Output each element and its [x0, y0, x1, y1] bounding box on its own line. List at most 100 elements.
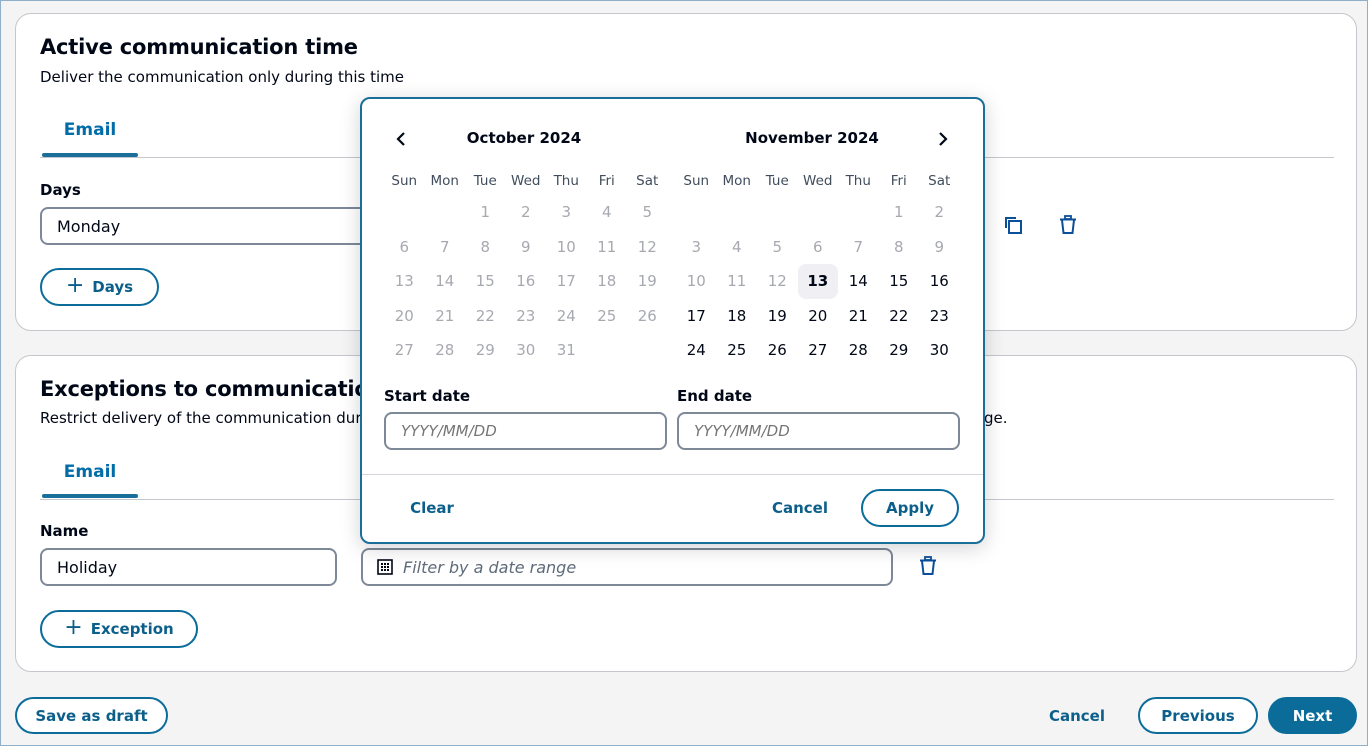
plus-icon: +	[64, 615, 83, 640]
calendar-day[interactable]: 29	[879, 333, 920, 368]
calendar-day: 26	[637, 306, 657, 325]
calendar-day: 17	[556, 272, 576, 290]
next-button[interactable]: Next	[1268, 697, 1357, 734]
calendar-empty-cell	[384, 195, 425, 230]
calendar-day[interactable]: 23	[919, 299, 960, 334]
add-exception-label: Exception	[90, 620, 174, 638]
exceptions-description-start: Restrict delivery of the communication d…	[40, 409, 362, 427]
calendar-week-row: 20 21 22 23 24 25 26	[384, 299, 668, 334]
end-date-input[interactable]	[677, 412, 960, 450]
calendar-week-row: 1 2 3 4 5	[384, 195, 668, 230]
calendar-day[interactable]: 19	[757, 299, 798, 334]
weekday-label: Sun	[683, 173, 710, 189]
calendar-day: 5	[772, 237, 783, 256]
previous-button[interactable]: Previous	[1138, 697, 1258, 734]
calendar-day[interactable]: 15	[879, 264, 920, 299]
calendar-day[interactable]: 28	[838, 333, 879, 368]
add-days-button[interactable]: + Days	[40, 268, 159, 306]
calendar-day[interactable]: 30	[919, 333, 960, 368]
days-value: Monday	[57, 216, 121, 236]
calendar-day: 11	[597, 237, 617, 256]
calendar-day[interactable]: 21	[838, 299, 879, 334]
tab-email-exceptions[interactable]: Email	[42, 462, 138, 482]
cancel-button[interactable]: Cancel	[1039, 697, 1115, 734]
exceptions-description-end: ge.	[984, 409, 1008, 427]
calendar-day-today[interactable]: 13	[797, 264, 838, 299]
calendar-empty-cell	[587, 333, 628, 368]
calendar-day: 4	[731, 237, 742, 256]
month-title-november: November 2024	[745, 129, 879, 147]
calendar-day: 2	[520, 203, 531, 221]
calendar-day: 25	[597, 306, 617, 325]
calendar-day[interactable]: 16	[919, 264, 960, 299]
calendar-day[interactable]: 20	[798, 299, 839, 334]
end-date-label: End date	[677, 387, 753, 405]
calendar-empty-cell	[627, 333, 668, 368]
save-as-draft-button[interactable]: Save as draft	[15, 697, 168, 734]
popover-cancel-button[interactable]: Cancel	[762, 489, 838, 527]
calendar-empty-cell	[425, 195, 466, 230]
calendar-day[interactable]: 18	[717, 299, 758, 334]
add-exception-button[interactable]: + Exception	[40, 610, 198, 648]
date-range-placeholder: Filter by a date range	[403, 557, 577, 577]
active-time-description: Deliver the communication only during th…	[40, 68, 404, 86]
weekday-header-row: Sun Mon Tue Wed Thu Fri Sat	[384, 169, 668, 193]
calendar-empty-cell	[798, 195, 839, 230]
start-date-input[interactable]	[384, 412, 667, 450]
tab-email[interactable]: Email	[42, 120, 138, 140]
calendar-week-row: 27 28 29 30 31	[384, 333, 668, 368]
calendar-day[interactable]: 17	[676, 299, 717, 334]
calendar-day: 9	[934, 237, 945, 256]
name-label: Name	[40, 522, 89, 540]
weekday-label: Thu	[845, 173, 871, 189]
calendar-week-row: 12	[676, 195, 960, 230]
calendar-day[interactable]: 27	[798, 333, 839, 368]
calendar-day: 24	[556, 306, 576, 325]
calendar-day: 31	[556, 341, 576, 359]
calendar-day[interactable]: 25	[717, 333, 758, 368]
calendar-day: 6	[399, 237, 410, 256]
clear-button[interactable]: Clear	[397, 489, 467, 527]
calendar-day: 7	[439, 237, 450, 256]
calendar-week-row: 10 11 12 13 14 15 16	[676, 264, 960, 299]
calendar-day: 20	[394, 306, 414, 325]
apply-button[interactable]: Apply	[861, 489, 959, 527]
next-month-button[interactable]	[931, 127, 955, 151]
trash-icon	[920, 556, 936, 575]
date-range-input[interactable]: Filter by a date range	[361, 548, 893, 586]
calendar-day[interactable]: 14	[838, 264, 879, 299]
weekday-label: Fri	[890, 173, 907, 189]
delete-exception-button[interactable]	[916, 554, 940, 578]
delete-day-button[interactable]	[1056, 213, 1080, 237]
calendar-day: 2	[934, 203, 945, 221]
calendar-day: 28	[435, 341, 455, 359]
copy-button[interactable]	[1001, 213, 1025, 237]
calendar-day[interactable]: 26	[757, 333, 798, 368]
calendar-empty-cell	[757, 195, 798, 230]
month-title-october: October 2024	[466, 129, 582, 147]
weekday-label: Sat	[636, 173, 659, 189]
calendar-day: 3	[561, 203, 572, 221]
calendar-day: 15	[475, 272, 495, 290]
calendar-day: 23	[516, 306, 536, 325]
previous-month-button[interactable]	[389, 127, 413, 151]
weekday-label: Tue	[765, 173, 789, 189]
calendar-week-row: 6 7 8 9 10 11 12	[384, 230, 668, 265]
chevron-left-icon	[396, 132, 405, 146]
exception-name-value: Holiday	[57, 557, 118, 577]
exception-name-input[interactable]: Holiday	[40, 548, 337, 586]
calendar-empty-cell	[838, 195, 879, 230]
calendar-day[interactable]: 24	[676, 333, 717, 368]
calendar-day: 11	[727, 272, 747, 290]
calendar-day: 18	[597, 272, 617, 290]
copy-icon	[1005, 217, 1022, 234]
calendar-day: 10	[686, 272, 706, 290]
calendar-week-row: 17 18 19 20 21 22 23	[676, 299, 960, 334]
calendar-week-row: 13 14 15 16 17 18 19	[384, 264, 668, 299]
calendar-week-row: 3 4 5 6 7 8 9	[676, 230, 960, 265]
weekday-header-row: Sun Mon Tue Wed Thu Fri Sat	[676, 169, 960, 193]
calendar-day: 3	[691, 237, 702, 256]
calendar-day[interactable]: 22	[879, 299, 920, 334]
tab-active-indicator	[42, 494, 138, 498]
calendar-day: 13	[394, 272, 414, 290]
